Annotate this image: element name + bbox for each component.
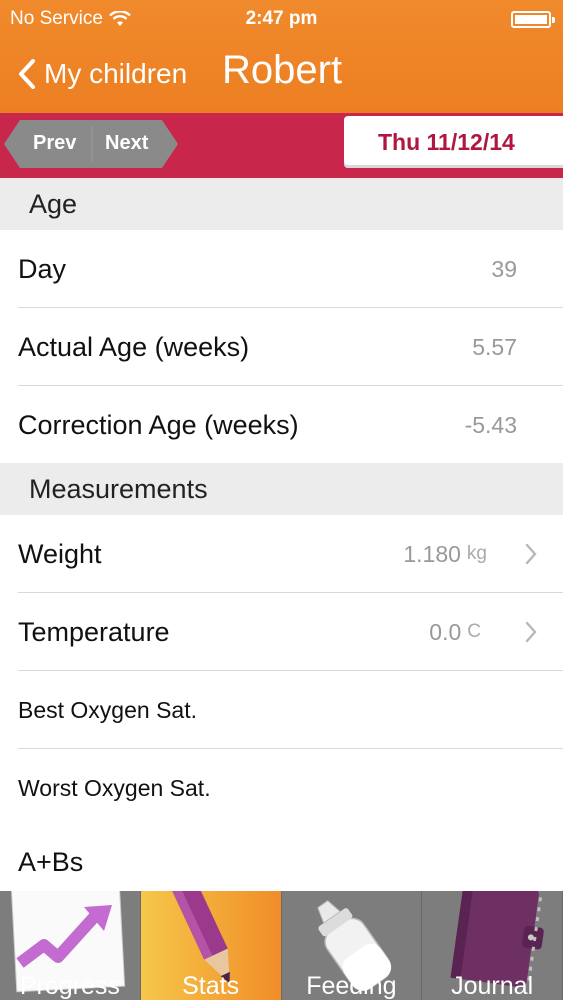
status-time: 2:47 pm (245, 8, 318, 29)
row-value: -5.43 (464, 411, 517, 438)
row-best-oxygen[interactable]: Best Oxygen Sat. (0, 671, 563, 749)
next-button[interactable]: Next (105, 132, 148, 155)
tab-progress[interactable]: Progress (0, 891, 141, 1000)
status-bar: No Service 2:47 pm (0, 8, 563, 32)
row-unit: kg (466, 543, 487, 564)
page-title: Robert (222, 48, 343, 92)
row-label: Temperature (18, 616, 170, 647)
row-weight[interactable]: Weight 1.180 kg (0, 515, 563, 593)
current-date: Thu 11/12/14 (378, 128, 515, 155)
tab-label: Stats (182, 972, 240, 1000)
chevron-left-icon (19, 59, 35, 89)
row-value: 0.0 (429, 618, 462, 645)
row-correction-age: Correction Age (weeks) -5.43 (0, 386, 563, 464)
row-value: 1.180 (403, 540, 461, 567)
chevron-right-icon (525, 543, 537, 565)
back-button-label: My children (44, 58, 188, 89)
tab-label: Journal (451, 972, 534, 1000)
tab-feeding[interactable]: Feeding (282, 891, 423, 1000)
row-unit: C (467, 621, 481, 642)
section-header-age: Age (0, 178, 563, 230)
row-label: Correction Age (weeks) (18, 409, 299, 440)
tab-stats[interactable]: Stats (140, 891, 282, 1000)
prev-next-control: Prev Next (2, 118, 180, 170)
row-label: Actual Age (weeks) (18, 331, 250, 362)
row-value: 5.57 (472, 333, 517, 360)
row-value-group: 1.180 kg (403, 515, 487, 593)
chevron-right-icon (525, 621, 537, 643)
prev-button[interactable]: Prev (33, 132, 76, 155)
tab-journal[interactable]: Journal (422, 891, 563, 1000)
date-selector[interactable]: Thu 11/12/14 (344, 116, 563, 168)
row-worst-oxygen[interactable]: Worst Oxygen Sat. (0, 749, 563, 827)
section-header-measurements: Measurements (0, 463, 563, 515)
row-label: Day (18, 253, 67, 284)
tab-bar: Progress Stats Feeding Journal (0, 891, 563, 1000)
back-button[interactable]: My children (18, 58, 187, 90)
row-day: Day 39 (0, 230, 563, 308)
row-apnea-bradycardia[interactable]: A+Bs (0, 823, 563, 901)
row-value-group: 0.0 C (429, 593, 481, 671)
battery-icon (511, 11, 555, 28)
row-label: Weight (18, 538, 102, 569)
tab-label: Progress (19, 972, 120, 1000)
row-label: Best Oxygen Sat. (18, 696, 197, 723)
prev-next-shape (4, 120, 178, 168)
row-value: 39 (491, 255, 517, 282)
nav-bar: My children Robert (0, 48, 563, 108)
navigation-header: No Service 2:47 pm My children Robert (0, 0, 563, 113)
row-label: Worst Oxygen Sat. (18, 774, 211, 801)
tab-label: Feeding (306, 972, 397, 1000)
row-temperature[interactable]: Temperature 0.0 C (0, 593, 563, 671)
date-navigation-bar: Prev Next Thu 11/12/14 (0, 113, 563, 178)
row-label: A+Bs (18, 846, 84, 877)
row-actual-age: Actual Age (weeks) 5.57 (0, 308, 563, 386)
